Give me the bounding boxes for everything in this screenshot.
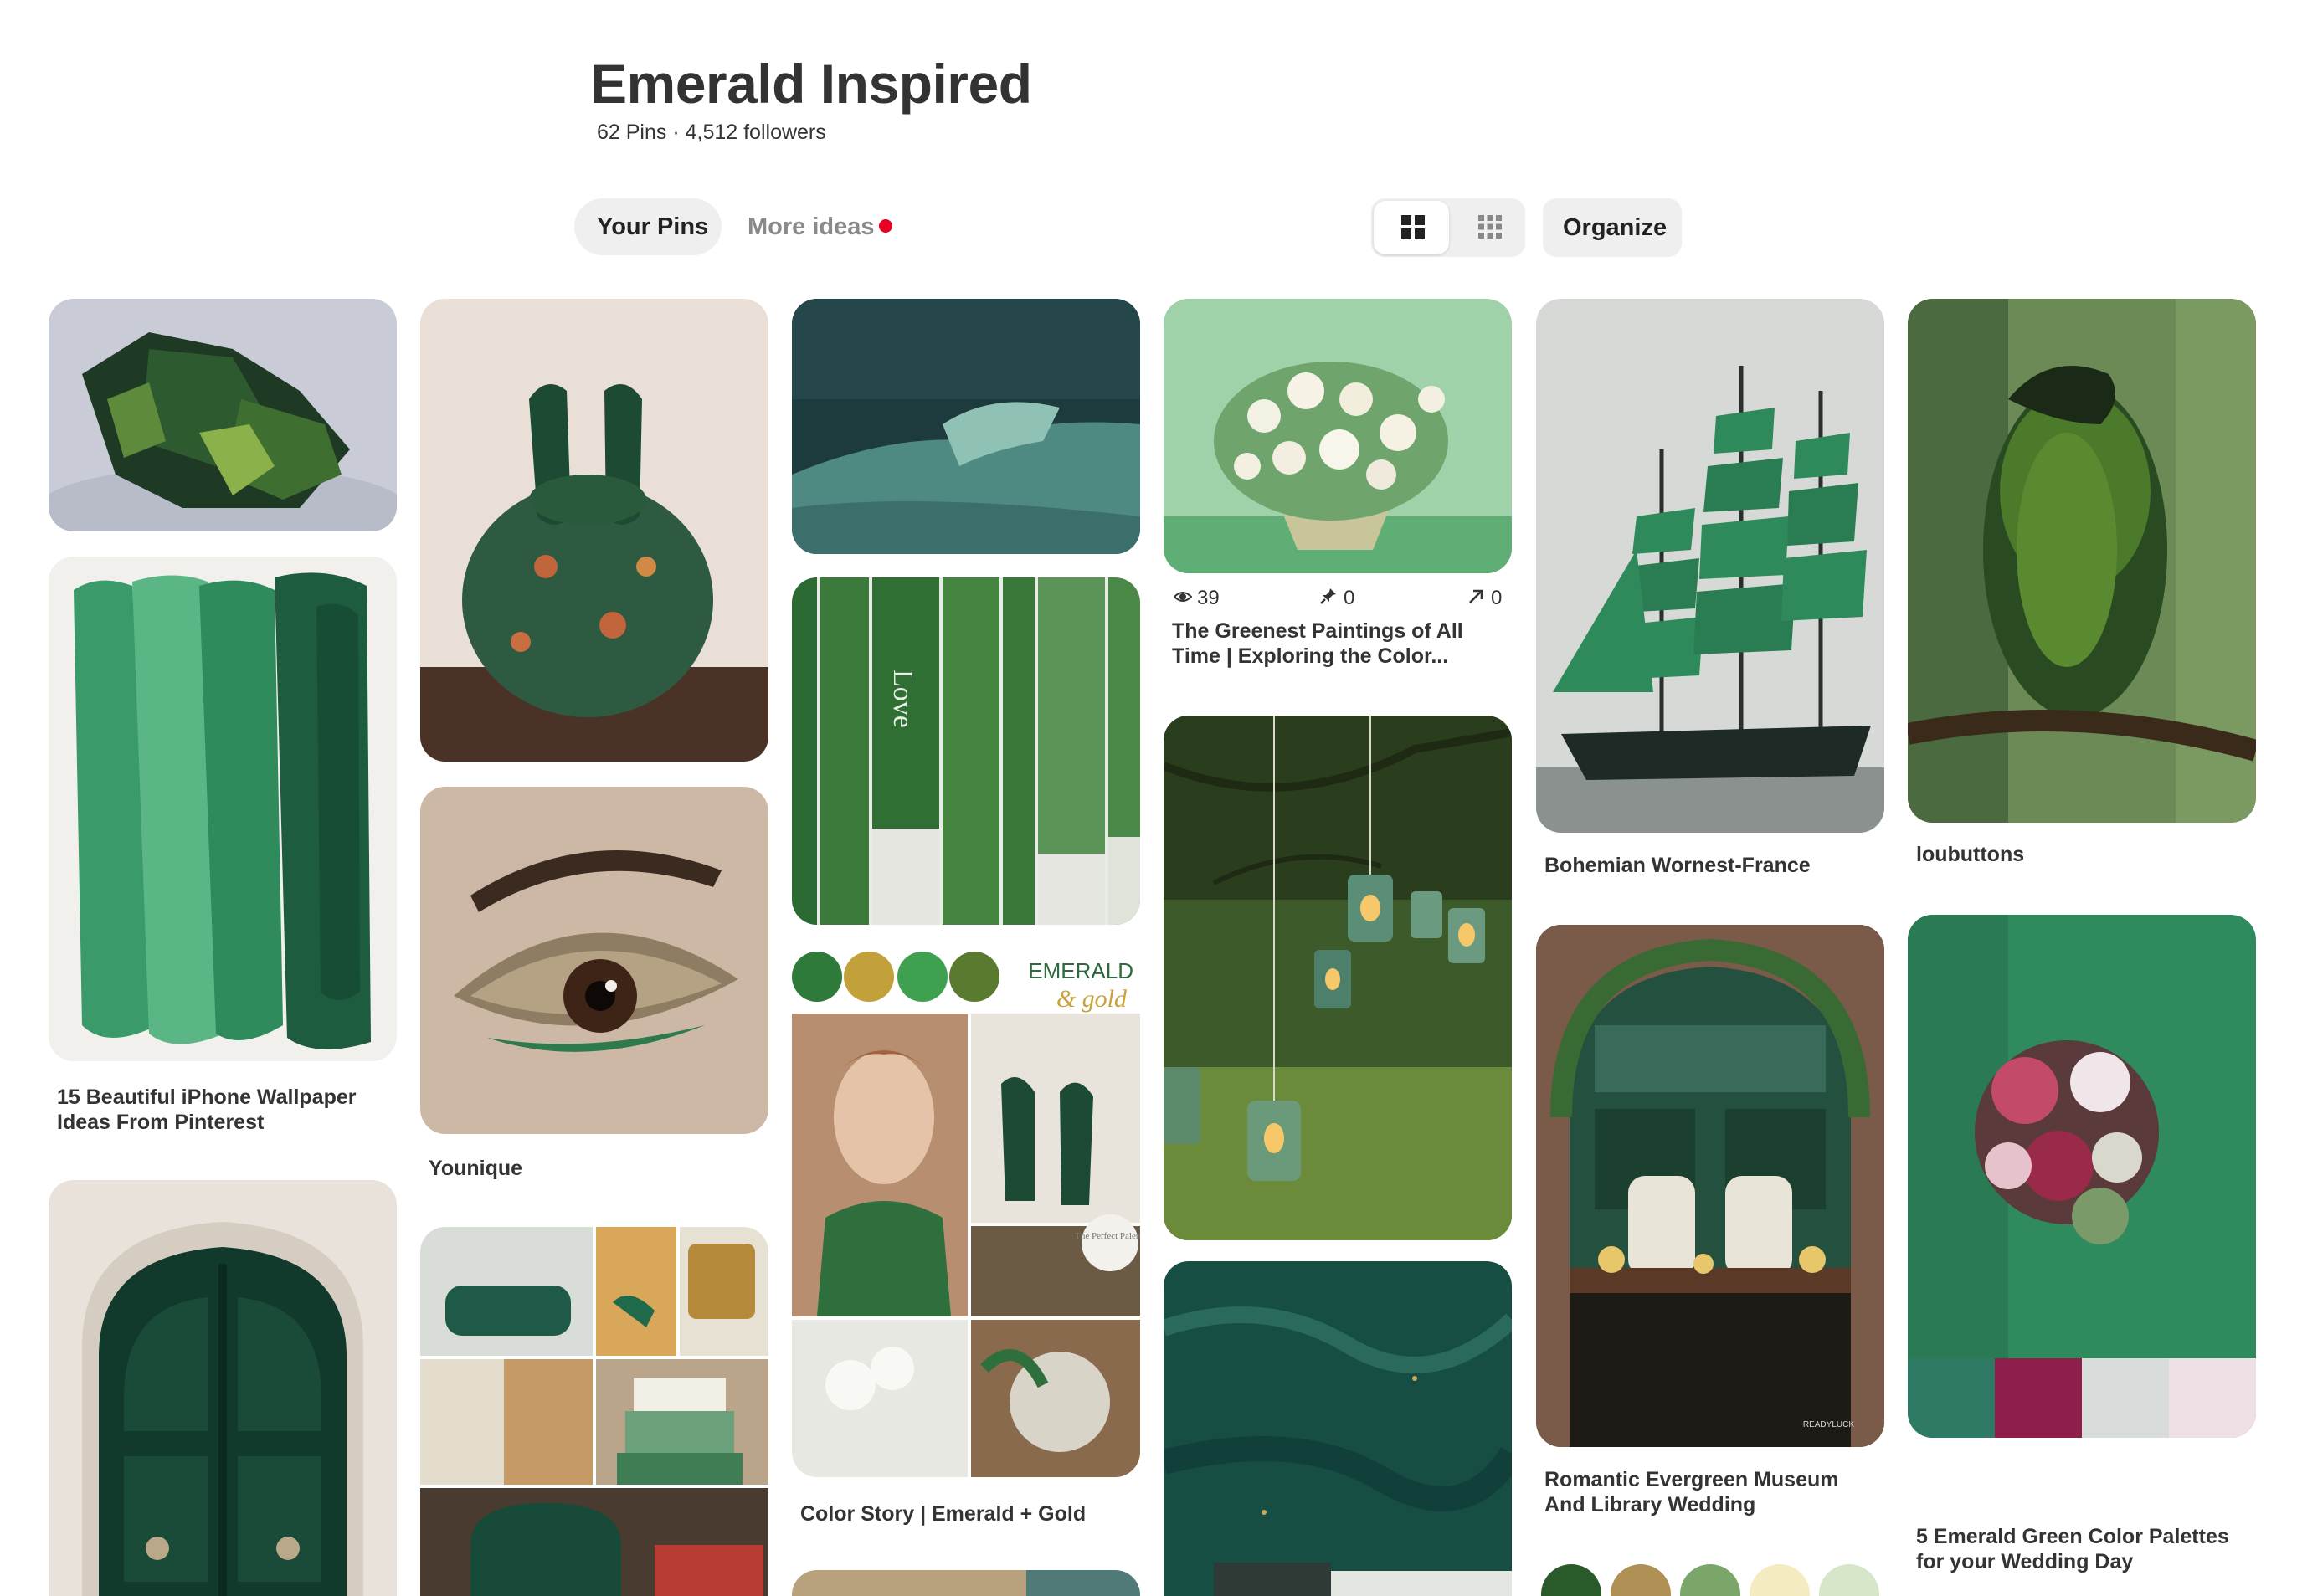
green-books-image: Love [792, 577, 1140, 925]
board-stats: 62 Pins · 4,512 followers [597, 121, 826, 144]
pin-green-sail-ship[interactable] [1536, 299, 1884, 833]
pin-van-gogh-roses[interactable] [1164, 299, 1512, 573]
green-door-image [49, 1180, 397, 1596]
pin-palette-circles[interactable] [1536, 1559, 1884, 1596]
pin-wedding-collage[interactable] [420, 1227, 768, 1596]
pin-green-books[interactable]: Love [792, 577, 1140, 925]
tab-more-ideas[interactable]: More ideas [748, 213, 875, 241]
pin-caption-bohemian[interactable]: Bohemian Wornest-France [1544, 853, 1879, 878]
pin-caption-greenest-paintings[interactable]: The Greenest Paintings of All Time | Exp… [1172, 618, 1507, 669]
emerald-marble-image [1164, 1261, 1512, 1596]
grid-small-icon[interactable] [1478, 215, 1502, 239]
pin-caption-palettes[interactable]: 5 Emerald Green Color Palettes for your … [1916, 1524, 2251, 1574]
pin-green-brushstrokes[interactable] [49, 557, 397, 1061]
gold-word: & gold [1056, 985, 1128, 1013]
evergreen-wedding-image: READYLUCK [1536, 925, 1884, 1447]
perfect-palette-text: The Perfect Palette [1075, 1231, 1140, 1241]
pin-caption-iphone-wallpaper[interactable]: 15 Beautiful iPhone Wallpaper Ideas From… [57, 1085, 392, 1135]
outbound-click-icon [1469, 589, 1483, 603]
pin-caption-romantic-wedding[interactable]: Romantic Evergreen Museum And Library We… [1544, 1467, 1879, 1517]
pin-green-bird[interactable] [1908, 299, 2256, 823]
saves-count: 0 [1344, 587, 1355, 609]
pin-emerald-gold-story[interactable]: EMERALD & gold The Perfect Palette [792, 950, 1140, 1477]
pin-caption-loubuttons[interactable]: loubuttons [1916, 842, 2251, 867]
pin-save-icon [1320, 588, 1336, 604]
tab-your-pins-label[interactable]: Your Pins [597, 213, 708, 241]
eye-makeup-image [420, 787, 768, 1134]
pin-green-shoes-vase[interactable] [420, 299, 768, 762]
books-love-text: Love [887, 670, 918, 728]
pin-green-eye-makeup[interactable] [420, 787, 768, 1134]
grid-large-icon[interactable] [1401, 215, 1425, 239]
brushstroke-image [49, 557, 397, 1061]
bouquet-palette-image [1908, 915, 2256, 1438]
sail-ship-image [1536, 299, 1884, 833]
emerald-crystal-image [49, 299, 397, 531]
pin-caption-younique[interactable]: Younique [429, 1156, 763, 1181]
wedding-collage-image [420, 1227, 768, 1596]
emerald-gold-story-image: EMERALD & gold The Perfect Palette [792, 950, 1140, 1477]
pin-caption-color-story[interactable]: Color Story | Emerald + Gold [800, 1501, 1135, 1527]
pin-emerald-crystal[interactable] [49, 299, 397, 531]
palette-circles-image [1536, 1559, 1884, 1596]
pin-green-door[interactable] [49, 1180, 397, 1596]
hanging-lanterns-image [1164, 716, 1512, 1240]
van-gogh-roses-image [1164, 299, 1512, 573]
views-count: 39 [1197, 587, 1220, 609]
pin-hanging-lanterns[interactable] [1164, 716, 1512, 1240]
abstract-painting-image [792, 299, 1140, 554]
organize-label[interactable]: Organize [1563, 214, 1667, 242]
green-bird-image [1908, 299, 2256, 823]
emerald-word: EMERALD [1028, 958, 1133, 983]
pin-partial-bottom[interactable] [792, 1570, 1140, 1596]
pin-abstract-painting[interactable] [792, 299, 1140, 554]
board-title: Emerald Inspired [590, 53, 1032, 115]
views-icon [1174, 592, 1192, 602]
readyluck-watermark: READYLUCK [1803, 1420, 1854, 1429]
pin-evergreen-wedding[interactable]: READYLUCK [1536, 925, 1884, 1447]
shoes-vase-image [420, 299, 768, 762]
notification-dot [879, 219, 892, 233]
pin-color-palettes[interactable] [1908, 915, 2256, 1438]
clicks-count: 0 [1491, 587, 1503, 609]
pin-emerald-marble[interactable] [1164, 1261, 1512, 1596]
partial-image [792, 1570, 1140, 1596]
